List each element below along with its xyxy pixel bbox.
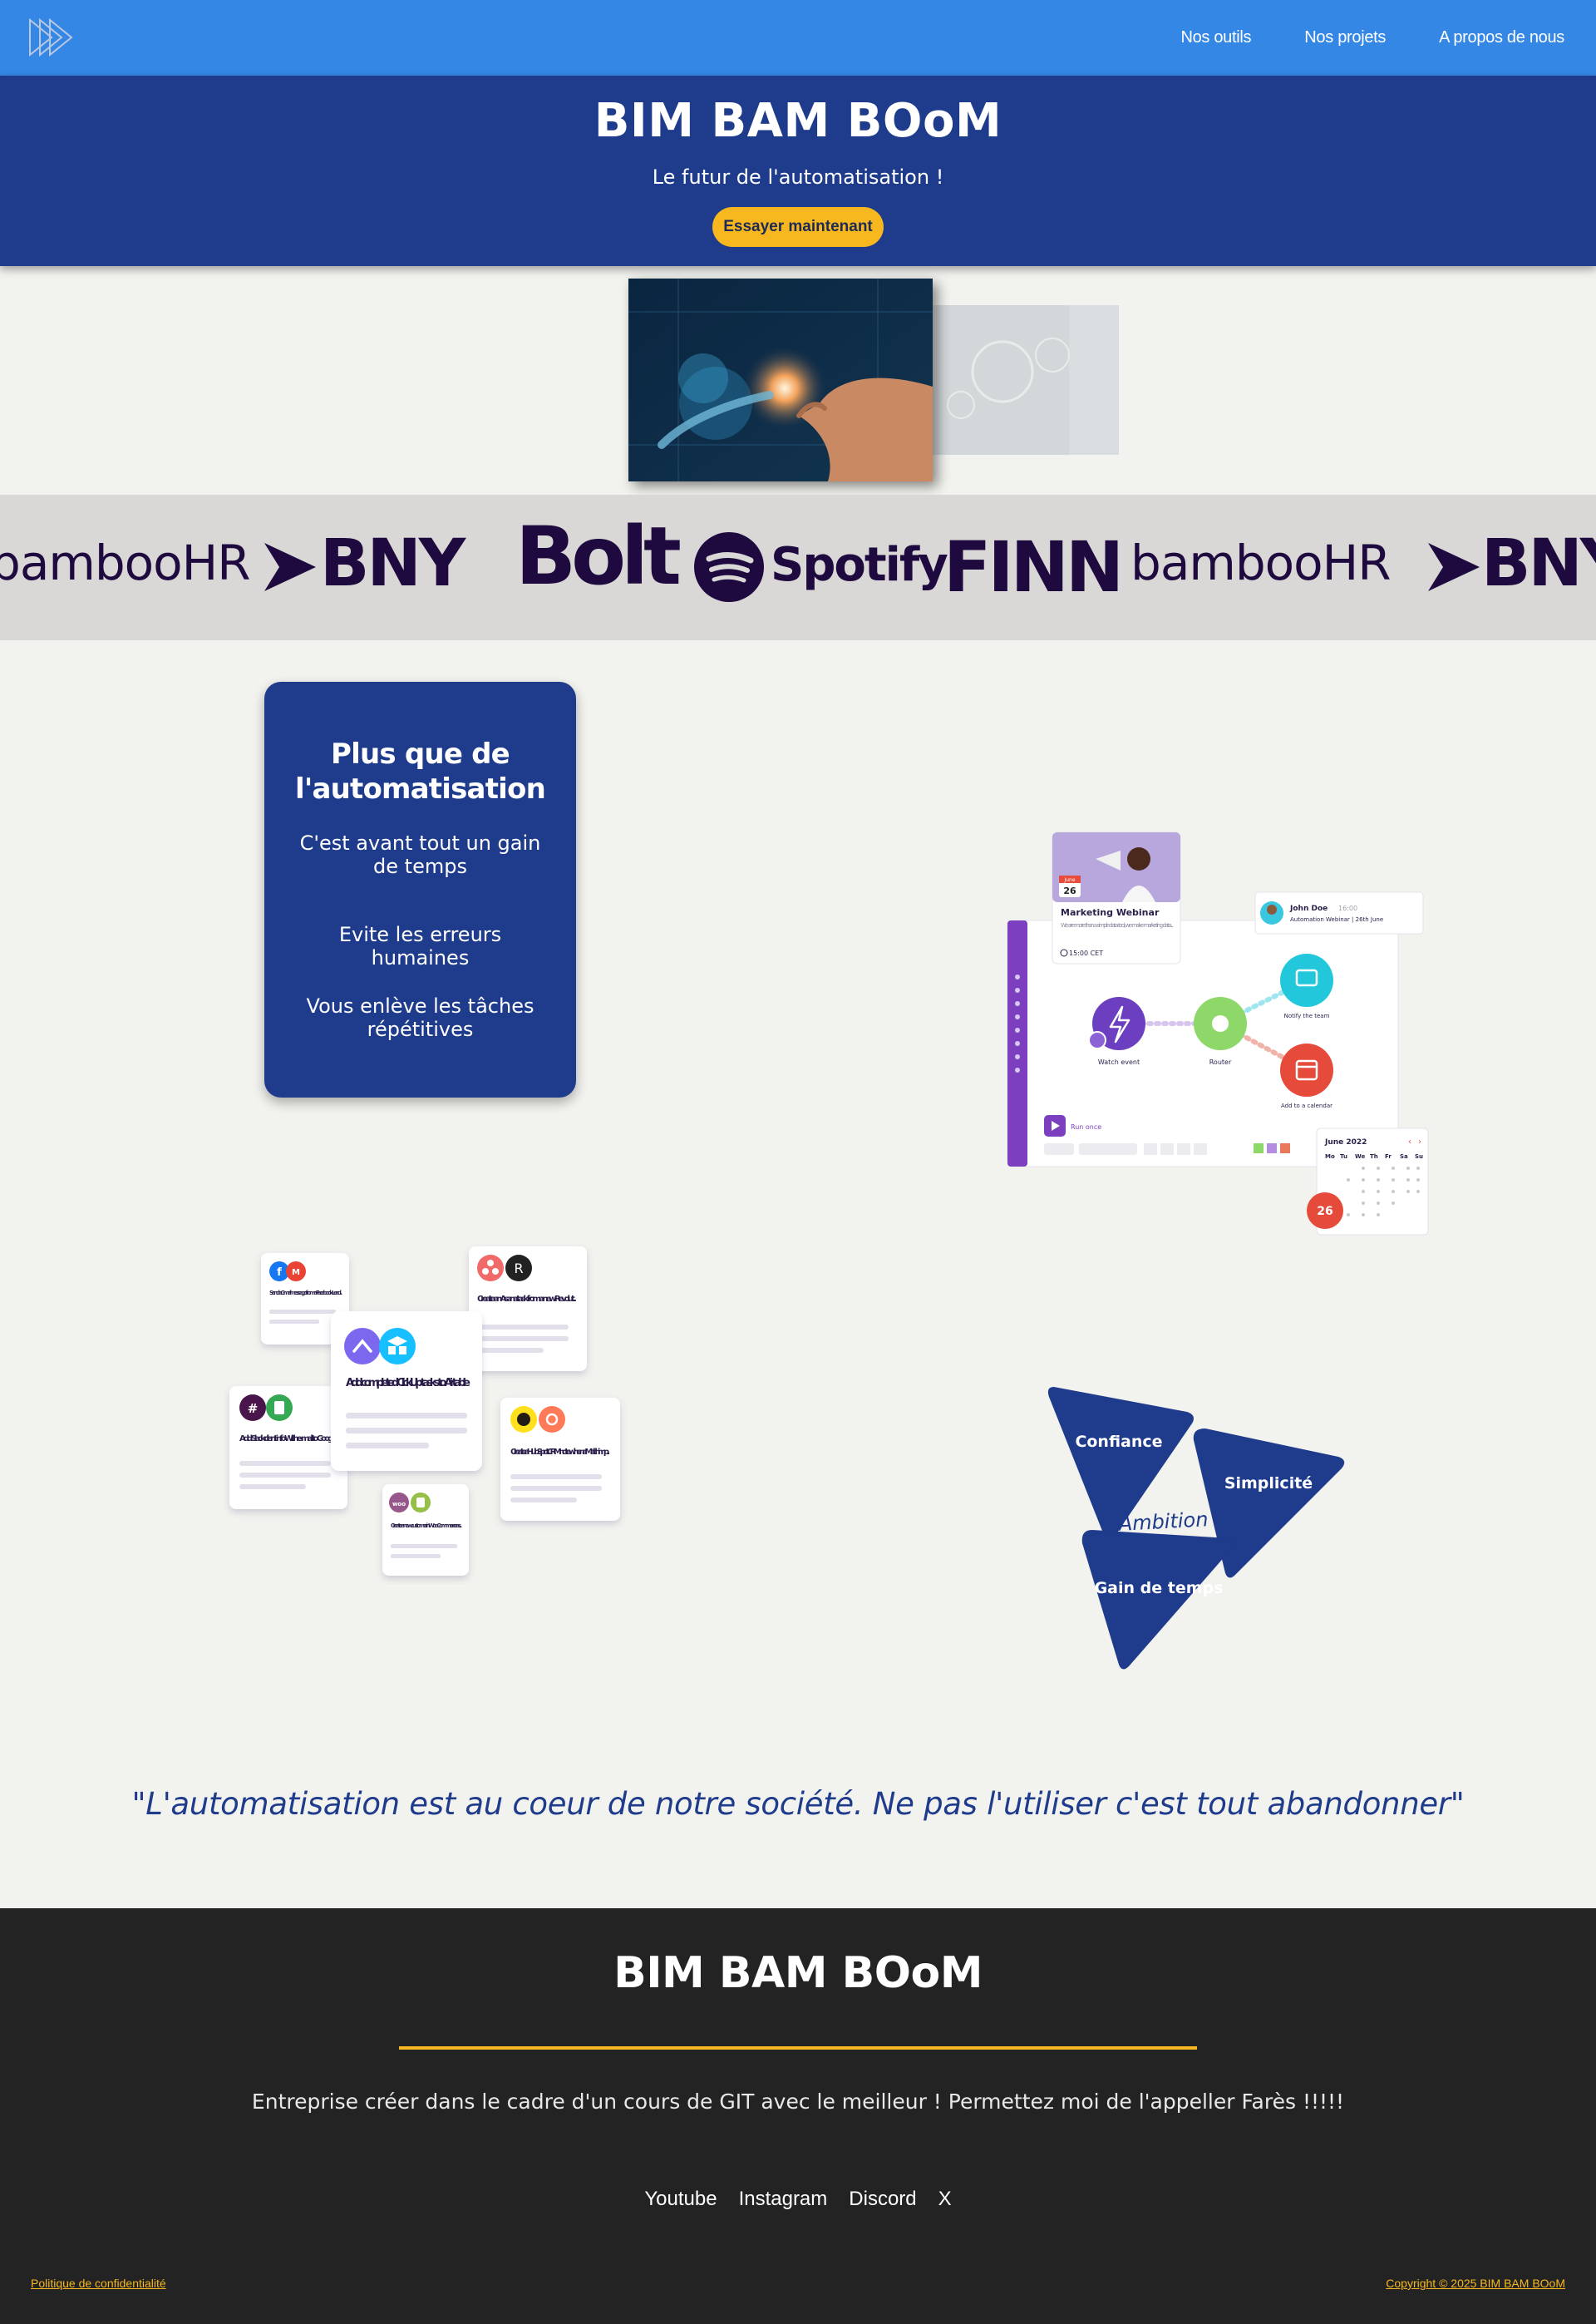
node-notify-label: Notify the team xyxy=(1284,1013,1330,1019)
automation-flow-illustration: June 26 Marketing Webinar We are more th… xyxy=(1007,831,1429,1236)
calendar-month: June 2022 xyxy=(1324,1138,1367,1147)
social-link-instagram[interactable]: Instagram xyxy=(739,2188,828,2211)
hero-subtitle: Le futur de l'automatisation ! xyxy=(652,165,944,189)
notify-node xyxy=(1280,954,1333,1007)
play-logo-icon[interactable] xyxy=(28,17,83,58)
feature-card: Plus que de l'automatisation C'est avant… xyxy=(264,682,576,1098)
card-slack-google: # Add Slack client info With e-mail to G… xyxy=(229,1386,347,1509)
hero-section: BIM BAM BOoM Le futur de l'automatisatio… xyxy=(0,76,1596,266)
calendar-day: Fr xyxy=(1385,1153,1392,1160)
calendar-day: Su xyxy=(1415,1153,1423,1160)
brand-bny-repeat: BNY xyxy=(1481,526,1596,601)
brand-bolt: Bolt xyxy=(515,510,682,603)
bny-arrow-icon-repeat xyxy=(1428,543,1480,591)
svg-text:f: f xyxy=(277,1266,282,1279)
calendar-selected-day: 26 xyxy=(1317,1205,1332,1218)
feature-card-title: Plus que de l'automatisation xyxy=(295,738,546,806)
ai-hand-image xyxy=(628,279,933,481)
card-text: Add Slack client info With e-mail to Goo… xyxy=(239,1434,339,1443)
social-link-discord[interactable]: Discord xyxy=(849,2188,916,2211)
try-now-button[interactable]: Essayer maintenant xyxy=(712,207,884,247)
feature-item-no-errors: Evite les erreurs humaines xyxy=(338,923,502,970)
card-text: Add completed ClickUp tasks to Airtable xyxy=(346,1377,470,1389)
nav-link-about[interactable]: A propos de nous xyxy=(1439,28,1564,47)
social-link-youtube[interactable]: Youtube xyxy=(644,2188,717,2211)
calendar-day: Tu xyxy=(1340,1153,1347,1160)
footer-divider xyxy=(399,2046,1197,2050)
run-once-label: Run once xyxy=(1071,1123,1101,1131)
value-ambition: Ambition xyxy=(1116,1507,1209,1536)
contact-time: 16:00 xyxy=(1338,905,1357,912)
brand-bamboohr-repeat: bambooHR xyxy=(1130,535,1392,591)
integration-cards-illustration: f M Send a Gmail message from a Facebook… xyxy=(229,1246,620,1576)
hero-image xyxy=(628,279,1119,482)
brand-spotify: Spotify xyxy=(771,538,948,592)
calendar-next-icon[interactable]: › xyxy=(1418,1137,1421,1147)
copyright-link[interactable]: Copyright © 2025 BIM BAM BOoM xyxy=(1386,2277,1565,2290)
bny-arrow-icon xyxy=(264,543,316,591)
company-quote: "L'automatisation est au coeur de notre … xyxy=(131,1786,1465,1822)
webinar-card: June 26 Marketing Webinar We are more th… xyxy=(1052,831,1181,965)
contact-name: John Doe xyxy=(1289,905,1328,913)
brand-bamboohr: bambooHR xyxy=(0,535,251,591)
social-link-x[interactable]: X xyxy=(938,2188,952,2211)
node-calendar-label: Add to a calendar xyxy=(1281,1103,1332,1109)
card-text: Create a new customer in WooCommerce as.… xyxy=(391,1522,462,1529)
value-simplicite: Simplicité xyxy=(1224,1474,1313,1493)
card-clickup-airtable: Add completed ClickUp tasks to Airtable xyxy=(331,1311,482,1471)
footer-description: Entreprise créer dans le cadre d'un cour… xyxy=(251,2090,1345,2114)
card-woocommerce: woo Create a new customer in WooCommerce… xyxy=(382,1484,469,1576)
navbar: Nos outils Nos projets A propos de nous xyxy=(0,0,1596,76)
contact-detail: Automation Webinar | 26th June xyxy=(1290,916,1383,923)
calendar-day: Th xyxy=(1370,1153,1378,1160)
card-text: Create a HubSpot CRM note when a Mailchi… xyxy=(510,1448,610,1457)
webinar-badge-day: 26 xyxy=(1063,886,1076,896)
privacy-policy-link[interactable]: Politique de confidentialité xyxy=(31,2277,166,2290)
calendar-day: Sa xyxy=(1400,1153,1408,1160)
nav-link-projects[interactable]: Nos projets xyxy=(1304,28,1386,47)
main-nav: Nos outils Nos projets A propos de nous xyxy=(1180,0,1564,76)
webinar-time: 15:00 CET xyxy=(1069,950,1103,957)
spotify-icon xyxy=(694,532,764,602)
card-hubspot-mailchimp: Create a HubSpot CRM note when a Mailchi… xyxy=(500,1398,620,1521)
card-asana-revolut: R Create an Asana task from a new Revolu… xyxy=(469,1246,587,1371)
svg-text:#: # xyxy=(248,1401,259,1416)
value-confiance: Confiance xyxy=(1075,1433,1162,1451)
company-values-illustration: Confiance Simplicité Gain de temps Ambit… xyxy=(1047,1387,1345,1670)
svg-text:R: R xyxy=(514,1261,523,1276)
card-text: Create an Asana task from a new Revolut.… xyxy=(477,1295,577,1304)
social-links: Youtube Instagram Discord X xyxy=(0,2188,1596,2211)
webinar-badge-month: June xyxy=(1063,877,1075,883)
calendar-prev-icon[interactable]: ‹ xyxy=(1408,1137,1411,1147)
webinar-title: Marketing Webinar xyxy=(1061,907,1160,918)
nav-link-tools[interactable]: Nos outils xyxy=(1180,28,1251,47)
hero-title: BIM BAM BOoM xyxy=(594,94,1002,148)
partner-logos-strip: bambooHR BNY Bolt Spotify FINN bambooHR … xyxy=(0,495,1596,640)
mini-calendar: June 2022 ‹ › Mo Tu We Th Fr Sa Su 26 xyxy=(1307,1127,1429,1236)
footer-title: BIM BAM BOoM xyxy=(613,1948,983,1998)
card-text: Send a Gmail message from a Facebook Lea… xyxy=(269,1290,342,1296)
svg-text:woo: woo xyxy=(392,1501,406,1507)
footer: BIM BAM BOoM Entreprise créer dans le ca… xyxy=(0,1908,1596,2324)
calendar-day: Mo xyxy=(1325,1153,1335,1160)
node-router-label: Router xyxy=(1209,1058,1232,1066)
calendar-node xyxy=(1280,1044,1333,1097)
brand-bny: BNY xyxy=(320,526,466,601)
value-gain-de-temps: Gain de temps xyxy=(1095,1579,1224,1597)
feature-item-repetitive-tasks: Vous enlève les tâches répétitives xyxy=(306,994,534,1041)
brand-finn: FINN xyxy=(943,526,1124,608)
webinar-text: We are more than a simple data tool, we … xyxy=(1061,922,1174,929)
calendar-day: We xyxy=(1355,1153,1365,1160)
contact-card: John Doe 16:00 Automation Webinar | 26th… xyxy=(1254,891,1424,935)
feature-item-time-saving: C'est avant tout un gain de temps xyxy=(299,831,541,878)
node-watch-label: Watch event xyxy=(1098,1058,1140,1066)
svg-text:M: M xyxy=(292,1268,300,1277)
